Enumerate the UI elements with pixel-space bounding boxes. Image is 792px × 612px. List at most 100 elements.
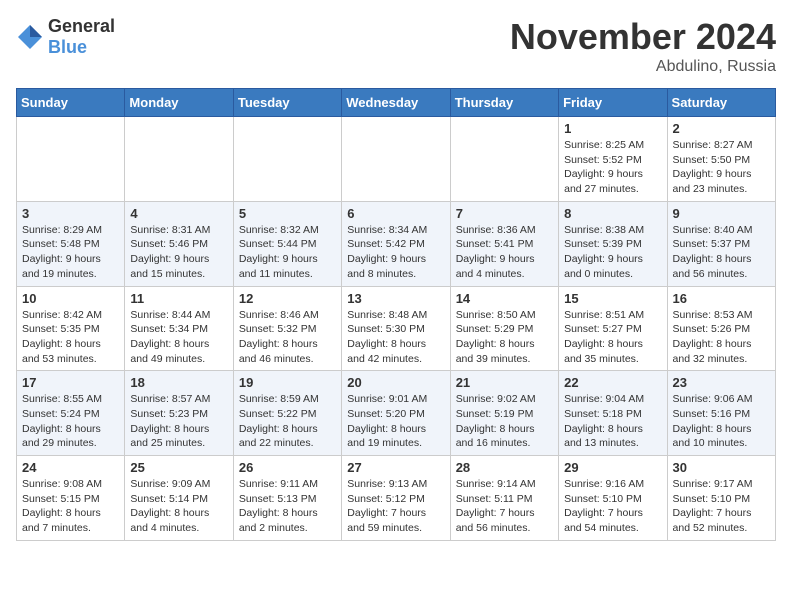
calendar-cell	[450, 117, 558, 202]
calendar-cell: 4 Sunrise: 8:31 AM Sunset: 5:46 PM Daylig…	[125, 201, 233, 286]
day-info: Sunrise: 8:51 AM Sunset: 5:27 PM Dayligh…	[564, 308, 661, 367]
calendar-week-row: 1 Sunrise: 8:25 AM Sunset: 5:52 PM Daylig…	[17, 117, 776, 202]
calendar-cell: 23Sunrise: 9:06 AM Sunset: 5:16 PM Dayli…	[667, 371, 775, 456]
day-info: Sunrise: 8:55 AM Sunset: 5:24 PM Dayligh…	[22, 392, 119, 451]
day-number: 22	[564, 375, 661, 390]
day-info: Sunrise: 8:27 AM Sunset: 5:50 PM Dayligh…	[673, 138, 770, 197]
day-number: 25	[130, 460, 227, 475]
day-info: Sunrise: 8:42 AM Sunset: 5:35 PM Dayligh…	[22, 308, 119, 367]
calendar-week-row: 10 Sunrise: 8:42 AM Sunset: 5:35 PM Dayli…	[17, 286, 776, 371]
calendar-cell: 19Sunrise: 8:59 AM Sunset: 5:22 PM Dayli…	[233, 371, 341, 456]
calendar-cell: 12 Sunrise: 8:46 AM Sunset: 5:32 PM Dayli…	[233, 286, 341, 371]
calendar-weekday-header: Wednesday	[342, 89, 450, 117]
calendar-cell: 14 Sunrise: 8:50 AM Sunset: 5:29 PM Dayli…	[450, 286, 558, 371]
day-info: Sunrise: 8:31 AM Sunset: 5:46 PM Dayligh…	[130, 223, 227, 282]
day-number: 4	[130, 206, 227, 221]
calendar-weekday-header: Monday	[125, 89, 233, 117]
calendar-cell: 22 Sunrise: 9:04 AM Sunset: 5:18 PM Dayli…	[559, 371, 667, 456]
calendar-cell: 17Sunrise: 8:55 AM Sunset: 5:24 PM Dayli…	[17, 371, 125, 456]
calendar-week-row: 17Sunrise: 8:55 AM Sunset: 5:24 PM Dayli…	[17, 371, 776, 456]
logo: General Blue	[16, 16, 115, 58]
day-info: Sunrise: 8:40 AM Sunset: 5:37 PM Dayligh…	[673, 223, 770, 282]
day-info: Sunrise: 8:32 AM Sunset: 5:44 PM Dayligh…	[239, 223, 336, 282]
calendar-cell	[17, 117, 125, 202]
calendar-cell: 20 Sunrise: 9:01 AM Sunset: 5:20 PM Dayli…	[342, 371, 450, 456]
day-number: 28	[456, 460, 553, 475]
logo-blue-text: Blue	[48, 37, 87, 57]
calendar-cell: 27Sunrise: 9:13 AM Sunset: 5:12 PM Dayli…	[342, 456, 450, 541]
day-number: 5	[239, 206, 336, 221]
day-number: 6	[347, 206, 444, 221]
day-info: Sunrise: 9:08 AM Sunset: 5:15 PM Dayligh…	[22, 477, 119, 536]
calendar-week-row: 3 Sunrise: 8:29 AM Sunset: 5:48 PM Daylig…	[17, 201, 776, 286]
day-info: Sunrise: 9:16 AM Sunset: 5:10 PM Dayligh…	[564, 477, 661, 536]
day-number: 10	[22, 291, 119, 306]
day-info: Sunrise: 8:50 AM Sunset: 5:29 PM Dayligh…	[456, 308, 553, 367]
calendar-cell: 21Sunrise: 9:02 AM Sunset: 5:19 PM Dayli…	[450, 371, 558, 456]
day-info: Sunrise: 9:14 AM Sunset: 5:11 PM Dayligh…	[456, 477, 553, 536]
calendar-cell	[125, 117, 233, 202]
day-number: 3	[22, 206, 119, 221]
calendar-body: 1 Sunrise: 8:25 AM Sunset: 5:52 PM Daylig…	[17, 117, 776, 541]
day-number: 29	[564, 460, 661, 475]
day-number: 9	[673, 206, 770, 221]
day-number: 1	[564, 121, 661, 136]
day-number: 20	[347, 375, 444, 390]
day-info: Sunrise: 8:29 AM Sunset: 5:48 PM Dayligh…	[22, 223, 119, 282]
calendar-cell: 25 Sunrise: 9:09 AM Sunset: 5:14 PM Dayli…	[125, 456, 233, 541]
calendar-cell: 26 Sunrise: 9:11 AM Sunset: 5:13 PM Dayli…	[233, 456, 341, 541]
calendar-cell: 2 Sunrise: 8:27 AM Sunset: 5:50 PM Daylig…	[667, 117, 775, 202]
calendar-cell: 6 Sunrise: 8:34 AM Sunset: 5:42 PM Daylig…	[342, 201, 450, 286]
calendar-cell: 13 Sunrise: 8:48 AM Sunset: 5:30 PM Dayli…	[342, 286, 450, 371]
day-info: Sunrise: 9:04 AM Sunset: 5:18 PM Dayligh…	[564, 392, 661, 451]
calendar-cell: 5 Sunrise: 8:32 AM Sunset: 5:44 PM Daylig…	[233, 201, 341, 286]
calendar-weekday-header: Friday	[559, 89, 667, 117]
calendar-cell: 10 Sunrise: 8:42 AM Sunset: 5:35 PM Dayli…	[17, 286, 125, 371]
day-info: Sunrise: 9:06 AM Sunset: 5:16 PM Dayligh…	[673, 392, 770, 451]
calendar-cell	[342, 117, 450, 202]
calendar-cell: 1 Sunrise: 8:25 AM Sunset: 5:52 PM Daylig…	[559, 117, 667, 202]
day-number: 30	[673, 460, 770, 475]
day-info: Sunrise: 8:53 AM Sunset: 5:26 PM Dayligh…	[673, 308, 770, 367]
day-number: 12	[239, 291, 336, 306]
location-title: Abdulino, Russia	[510, 58, 776, 76]
calendar-cell: 30 Sunrise: 9:17 AM Sunset: 5:10 PM Dayli…	[667, 456, 775, 541]
calendar-weekday-header: Sunday	[17, 89, 125, 117]
day-number: 13	[347, 291, 444, 306]
calendar-cell: 24 Sunrise: 9:08 AM Sunset: 5:15 PM Dayli…	[17, 456, 125, 541]
day-number: 14	[456, 291, 553, 306]
logo-icon	[16, 23, 44, 51]
calendar-cell: 29 Sunrise: 9:16 AM Sunset: 5:10 PM Dayli…	[559, 456, 667, 541]
calendar-cell: 7 Sunrise: 8:36 AM Sunset: 5:41 PM Daylig…	[450, 201, 558, 286]
day-info: Sunrise: 9:13 AM Sunset: 5:12 PM Dayligh…	[347, 477, 444, 536]
day-number: 26	[239, 460, 336, 475]
calendar-cell: 28 Sunrise: 9:14 AM Sunset: 5:11 PM Dayli…	[450, 456, 558, 541]
calendar-cell: 3 Sunrise: 8:29 AM Sunset: 5:48 PM Daylig…	[17, 201, 125, 286]
page-header: General Blue November 2024 Abdulino, Rus…	[16, 16, 776, 76]
calendar-header-row: SundayMondayTuesdayWednesdayThursdayFrid…	[17, 89, 776, 117]
logo-general-text: General	[48, 16, 115, 36]
calendar-table: SundayMondayTuesdayWednesdayThursdayFrid…	[16, 88, 776, 541]
day-number: 7	[456, 206, 553, 221]
day-info: Sunrise: 9:11 AM Sunset: 5:13 PM Dayligh…	[239, 477, 336, 536]
day-number: 2	[673, 121, 770, 136]
day-info: Sunrise: 9:17 AM Sunset: 5:10 PM Dayligh…	[673, 477, 770, 536]
calendar-week-row: 24 Sunrise: 9:08 AM Sunset: 5:15 PM Dayli…	[17, 456, 776, 541]
calendar-cell: 8 Sunrise: 8:38 AM Sunset: 5:39 PM Daylig…	[559, 201, 667, 286]
day-info: Sunrise: 8:57 AM Sunset: 5:23 PM Dayligh…	[130, 392, 227, 451]
day-number: 21	[456, 375, 553, 390]
day-info: Sunrise: 9:09 AM Sunset: 5:14 PM Dayligh…	[130, 477, 227, 536]
day-number: 24	[22, 460, 119, 475]
day-info: Sunrise: 8:48 AM Sunset: 5:30 PM Dayligh…	[347, 308, 444, 367]
day-info: Sunrise: 8:44 AM Sunset: 5:34 PM Dayligh…	[130, 308, 227, 367]
day-info: Sunrise: 8:38 AM Sunset: 5:39 PM Dayligh…	[564, 223, 661, 282]
day-info: Sunrise: 8:25 AM Sunset: 5:52 PM Dayligh…	[564, 138, 661, 197]
day-number: 11	[130, 291, 227, 306]
day-number: 8	[564, 206, 661, 221]
day-info: Sunrise: 9:01 AM Sunset: 5:20 PM Dayligh…	[347, 392, 444, 451]
day-info: Sunrise: 8:46 AM Sunset: 5:32 PM Dayligh…	[239, 308, 336, 367]
day-info: Sunrise: 8:34 AM Sunset: 5:42 PM Dayligh…	[347, 223, 444, 282]
day-number: 15	[564, 291, 661, 306]
calendar-cell	[233, 117, 341, 202]
day-info: Sunrise: 8:36 AM Sunset: 5:41 PM Dayligh…	[456, 223, 553, 282]
